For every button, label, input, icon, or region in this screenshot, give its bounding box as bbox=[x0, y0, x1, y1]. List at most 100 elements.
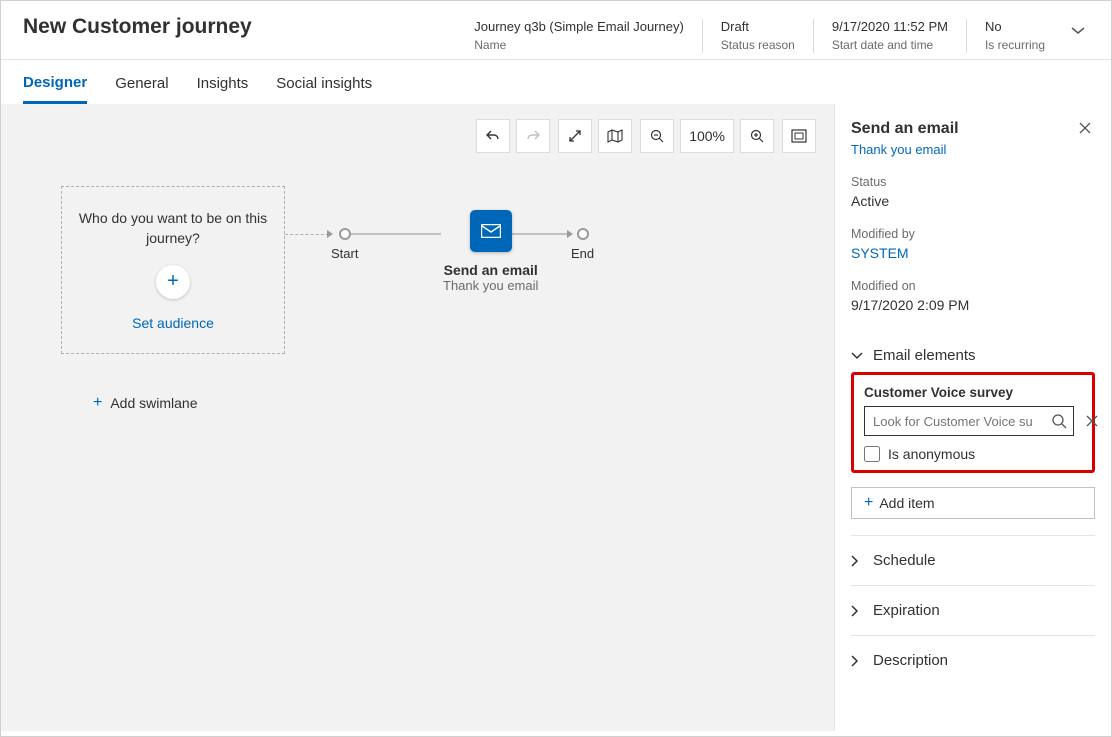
meta-name-value: Journey q3b (Simple Email Journey) bbox=[474, 19, 684, 34]
chevron-right-icon bbox=[851, 555, 859, 567]
email-tile[interactable]: Send an email Thank you email bbox=[443, 210, 538, 293]
map-icon bbox=[607, 129, 623, 143]
close-icon bbox=[1086, 415, 1098, 427]
survey-search-input[interactable] bbox=[871, 413, 1051, 430]
chevron-right-icon bbox=[851, 655, 859, 667]
chevron-down-icon bbox=[1071, 27, 1085, 35]
add-swimlane-label: Add swimlane bbox=[110, 395, 197, 411]
survey-search-box[interactable] bbox=[864, 406, 1074, 436]
expiration-label: Expiration bbox=[873, 602, 940, 619]
email-elements-label: Email elements bbox=[873, 347, 976, 364]
tab-designer[interactable]: Designer bbox=[23, 74, 87, 104]
survey-label: Customer Voice survey bbox=[864, 385, 1082, 400]
fit-to-screen-button[interactable] bbox=[782, 119, 816, 153]
expand-icon bbox=[568, 129, 582, 143]
end-node[interactable]: End bbox=[571, 228, 594, 261]
search-icon bbox=[1051, 413, 1067, 429]
fit-icon bbox=[791, 129, 807, 143]
panel-email-link[interactable]: Thank you email bbox=[851, 142, 959, 157]
canvas-toolbar: 100% bbox=[476, 119, 816, 153]
tab-insights[interactable]: Insights bbox=[197, 75, 249, 104]
modifiedon-value: 9/17/2020 2:09 PM bbox=[851, 297, 1095, 313]
node-dot-icon bbox=[339, 228, 351, 240]
plus-icon: + bbox=[864, 494, 873, 512]
meta-divider bbox=[966, 19, 967, 53]
modifiedon-label: Modified on bbox=[851, 279, 1095, 293]
start-label: Start bbox=[331, 246, 358, 261]
add-audience-button[interactable]: + bbox=[156, 265, 190, 299]
designer-canvas[interactable]: 100% Who do you want to be on this journ… bbox=[1, 104, 835, 731]
modifiedby-label: Modified by bbox=[851, 227, 1095, 241]
modifiedby-value[interactable]: SYSTEM bbox=[851, 245, 1095, 261]
tab-general[interactable]: General bbox=[115, 75, 168, 104]
header-meta: Journey q3b (Simple Email Journey) Name … bbox=[474, 15, 1089, 53]
add-item-label: Add item bbox=[879, 495, 934, 511]
redo-icon bbox=[525, 128, 541, 144]
schedule-section[interactable]: Schedule bbox=[851, 535, 1095, 585]
meta-recurring[interactable]: No Is recurring bbox=[985, 19, 1045, 52]
set-audience-link[interactable]: Set audience bbox=[132, 315, 214, 331]
close-panel-button[interactable] bbox=[1075, 120, 1095, 136]
chevron-down-icon bbox=[851, 352, 863, 360]
status-value: Active bbox=[851, 193, 1095, 209]
zoom-in-button[interactable] bbox=[740, 119, 774, 153]
survey-search-row bbox=[864, 406, 1082, 436]
status-label: Status bbox=[851, 175, 1095, 189]
zoom-out-icon bbox=[650, 129, 665, 144]
tab-social-insights[interactable]: Social insights bbox=[276, 75, 372, 104]
tab-bar: Designer General Insights Social insight… bbox=[1, 60, 1111, 104]
page-header: New Customer journey Journey q3b (Simple… bbox=[1, 1, 1111, 60]
is-anonymous-row[interactable]: Is anonymous bbox=[864, 446, 1082, 462]
description-section[interactable]: Description bbox=[851, 635, 1095, 685]
add-swimlane-button[interactable]: + Add swimlane bbox=[93, 394, 198, 412]
panel-title: Send an email bbox=[851, 120, 959, 138]
schedule-label: Schedule bbox=[873, 552, 936, 569]
start-node[interactable]: Start bbox=[331, 228, 358, 261]
undo-icon bbox=[485, 128, 501, 144]
fullscreen-button[interactable] bbox=[558, 119, 592, 153]
is-anonymous-checkbox[interactable] bbox=[864, 446, 880, 462]
meta-name[interactable]: Journey q3b (Simple Email Journey) Name bbox=[474, 19, 684, 52]
page-title: New Customer journey bbox=[23, 15, 252, 39]
expand-header-button[interactable] bbox=[1063, 19, 1089, 35]
meta-status[interactable]: Draft Status reason bbox=[721, 19, 795, 52]
meta-start[interactable]: 9/17/2020 11:52 PM Start date and time bbox=[832, 19, 948, 52]
audience-question: Who do you want to be on this journey? bbox=[78, 209, 268, 248]
email-tile-icon-box bbox=[470, 210, 512, 252]
panel-header: Send an email Thank you email bbox=[851, 120, 1095, 157]
add-item-button[interactable]: + Add item bbox=[851, 487, 1095, 519]
expiration-section[interactable]: Expiration bbox=[851, 585, 1095, 635]
meta-divider bbox=[813, 19, 814, 53]
meta-name-label: Name bbox=[474, 38, 684, 52]
meta-recur-label: Is recurring bbox=[985, 38, 1045, 52]
email-tile-title: Send an email bbox=[444, 262, 538, 278]
end-label: End bbox=[571, 246, 594, 261]
clear-survey-button[interactable] bbox=[1084, 415, 1100, 427]
zoom-level-text: 100% bbox=[689, 128, 725, 144]
meta-start-value: 9/17/2020 11:52 PM bbox=[832, 19, 948, 34]
customer-voice-highlight: Customer Voice survey Is anonymous bbox=[851, 372, 1095, 473]
meta-recur-value: No bbox=[985, 19, 1045, 34]
body: 100% Who do you want to be on this journ… bbox=[1, 104, 1111, 731]
connector-line bbox=[345, 233, 441, 235]
is-anonymous-label: Is anonymous bbox=[888, 446, 975, 462]
properties-panel: Send an email Thank you email Status Act… bbox=[835, 104, 1111, 731]
audience-placeholder[interactable]: Who do you want to be on this journey? +… bbox=[61, 186, 285, 354]
connector-dash bbox=[285, 234, 329, 235]
redo-button[interactable] bbox=[516, 119, 550, 153]
meta-divider bbox=[702, 19, 703, 53]
close-icon bbox=[1079, 122, 1091, 134]
zoom-level[interactable]: 100% bbox=[680, 119, 734, 153]
meta-status-label: Status reason bbox=[721, 38, 795, 52]
minimap-button[interactable] bbox=[598, 119, 632, 153]
meta-start-label: Start date and time bbox=[832, 38, 948, 52]
meta-status-value: Draft bbox=[721, 19, 795, 34]
node-dot-icon bbox=[577, 228, 589, 240]
mail-icon bbox=[481, 224, 501, 238]
description-label: Description bbox=[873, 652, 948, 669]
zoom-in-icon bbox=[750, 129, 765, 144]
chevron-right-icon bbox=[851, 605, 859, 617]
undo-button[interactable] bbox=[476, 119, 510, 153]
zoom-out-button[interactable] bbox=[640, 119, 674, 153]
plus-icon: + bbox=[93, 394, 102, 412]
